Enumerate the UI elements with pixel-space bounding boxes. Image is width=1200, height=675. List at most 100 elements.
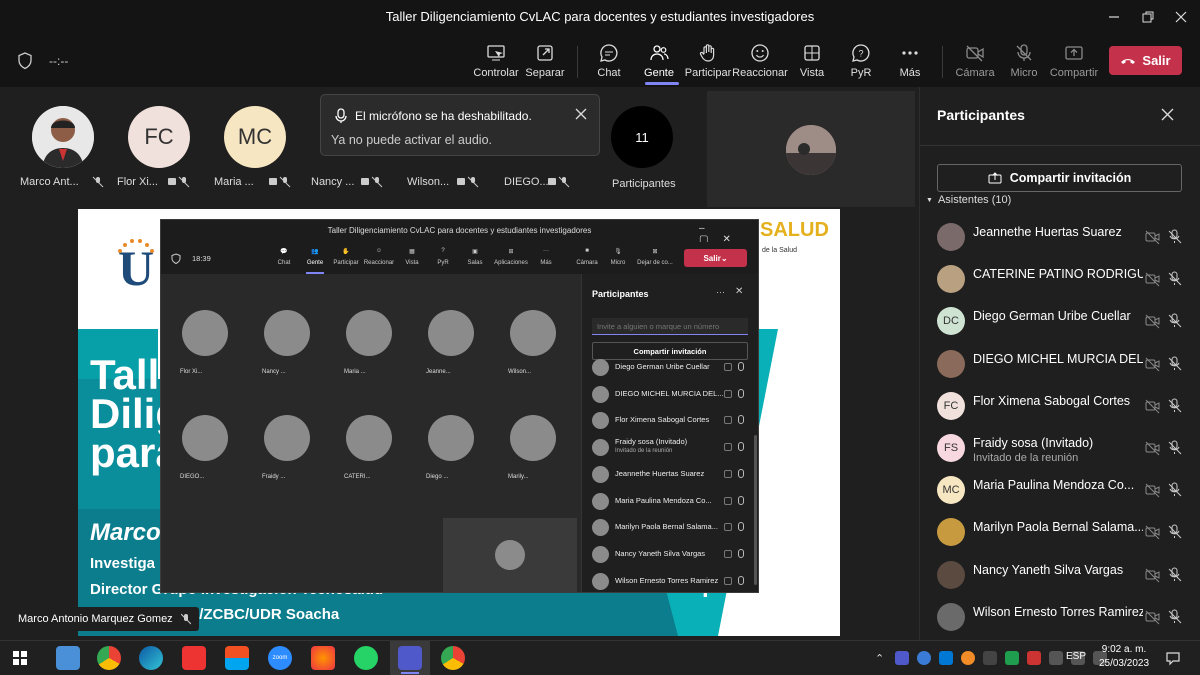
reaccionar-button[interactable]: Reaccionar	[730, 43, 790, 85]
participant-row[interactable]: Nancy Yaneth Silva Vargas	[937, 555, 1187, 597]
inner-self-tile[interactable]	[443, 518, 577, 592]
chrome-icon[interactable]	[97, 646, 121, 670]
tray-chevron-icon[interactable]: ⌃	[875, 652, 884, 665]
avatar-mc[interactable]: MC	[224, 106, 286, 168]
inner-tile-avatar[interactable]	[510, 415, 556, 461]
inner-reaccionar-button[interactable]: ☺ Reaccionar	[362, 248, 396, 266]
more-icon[interactable]: ···	[716, 287, 725, 297]
file-explorer-icon[interactable]	[56, 646, 80, 670]
participant-row[interactable]: Wilson Ernesto Torres Ramirez	[937, 597, 1187, 639]
inner-vista-button[interactable]: ▦ Vista	[395, 248, 429, 266]
inner-tile-avatar[interactable]	[182, 310, 228, 356]
inner-tile-avatar[interactable]	[428, 310, 474, 356]
inner-salas-button[interactable]: ▣ Salas	[458, 248, 492, 266]
inner-participant-row[interactable]: Fraidy sosa (Invitado) Invitado de la reu…	[592, 436, 752, 460]
participants-count-button[interactable]: 11	[611, 106, 673, 168]
notifications-icon[interactable]	[1165, 650, 1181, 666]
inner-gente-button[interactable]: 👥 Gente	[298, 248, 332, 266]
language-indicator[interactable]: ESP	[1066, 651, 1086, 662]
inner-participant-row[interactable]: Diego German Uribe Cuellar	[592, 356, 752, 380]
participant-row[interactable]: FS Fraidy sosa (Invitado) Invitado de la r…	[937, 428, 1187, 470]
inner-pyr-button[interactable]: ? PyR	[426, 248, 460, 266]
clock[interactable]: 9:02 a. m. 25/03/2023	[1096, 643, 1152, 671]
inner-tile-avatar[interactable]	[428, 415, 474, 461]
inner-leave-button[interactable]: Salir ⌄	[684, 249, 747, 267]
inner-participar-button[interactable]: ✋ Participar	[329, 248, 363, 266]
participar-button[interactable]: Participar	[678, 43, 738, 85]
avatar-marco[interactable]	[32, 106, 94, 168]
participants-count-label: Participantes	[612, 178, 676, 190]
participant-row[interactable]: FC Flor Ximena Sabogal Cortes	[937, 386, 1187, 428]
avast-icon[interactable]	[961, 651, 975, 665]
cloud-icon[interactable]	[939, 651, 953, 665]
mas-button[interactable]: Más	[880, 43, 940, 85]
participant-row[interactable]: CATERINE PATINO RODRIGU...	[937, 259, 1187, 301]
inner-tile-avatar[interactable]	[346, 415, 392, 461]
inner-camara-button[interactable]: ■ Cámara	[570, 248, 604, 266]
inner-participant-row[interactable]: Nancy Yaneth Silva Vargas	[592, 543, 752, 567]
inner-tile-avatar[interactable]	[346, 310, 392, 356]
app-tray-icon[interactable]	[1027, 651, 1041, 665]
inner-scrollbar[interactable]	[754, 435, 757, 585]
inner-toolbar-label: Participar	[333, 260, 359, 266]
share-invite-button[interactable]: Compartir invitación	[937, 164, 1182, 192]
close-icon[interactable]	[1161, 108, 1174, 121]
inner-participant-name: DIEGO MICHEL MURCIA DEL...	[615, 388, 724, 398]
inner-tile-name: Diego ...	[426, 474, 449, 480]
close-button[interactable]	[1171, 7, 1191, 27]
participant-row[interactable]: Marilyn Paola Bernal Salama...	[937, 512, 1187, 554]
close-icon[interactable]: ✕	[735, 286, 743, 297]
participant-row[interactable]: DIEGO MICHEL MURCIA DEL...	[937, 344, 1187, 386]
device-icon	[167, 176, 191, 188]
participant-row[interactable]: MC Maria Paulina Mendoza Co...	[937, 470, 1187, 512]
inner-participant-name: Maria Paulina Mendoza Co...	[615, 495, 712, 505]
inner-invite-search[interactable]	[592, 318, 748, 335]
inner-chat-button[interactable]: 💬 Chat	[267, 248, 301, 266]
app-icon[interactable]	[182, 646, 206, 670]
chrome-profile-icon[interactable]	[441, 646, 465, 670]
inner-tile-avatar[interactable]	[182, 415, 228, 461]
inner-participant-name: Diego German Uribe Cuellar	[615, 362, 710, 371]
teams-tray-icon[interactable]	[895, 651, 909, 665]
participant-row[interactable]: Jeannethe Huertas Suarez	[937, 217, 1187, 259]
inner-participant-row[interactable]: Jeannethe Huertas Suarez	[592, 463, 752, 487]
camera-off-icon	[724, 443, 732, 452]
inner-tile-avatar[interactable]	[264, 415, 310, 461]
mic-icon	[335, 108, 347, 124]
store-icon[interactable]	[225, 646, 249, 670]
inner-micro-button[interactable]: 🎙 Micro	[601, 248, 635, 266]
inner-tile-avatar[interactable]	[510, 310, 556, 356]
compartir-button[interactable]: Compartir	[1044, 43, 1104, 85]
inner-apps-button[interactable]: ⊞ Aplicaciones	[493, 248, 529, 266]
bluetooth-icon[interactable]	[917, 651, 931, 665]
mic-disabled-notification: El micrófono se ha deshabilitado. Ya no …	[320, 94, 600, 156]
teams-icon[interactable]	[398, 646, 422, 670]
windows-start-icon[interactable]	[13, 651, 27, 665]
minimize-button[interactable]	[1104, 7, 1124, 27]
participar-label: Participar	[684, 67, 732, 79]
usb-icon[interactable]	[983, 651, 997, 665]
separar-button[interactable]: Separar	[515, 43, 575, 85]
battery-icon[interactable]	[1049, 651, 1063, 665]
inner-tile-avatar[interactable]	[264, 310, 310, 356]
edge-icon[interactable]	[139, 646, 163, 670]
inner-stop-share-button[interactable]: ⊠ Dejar de co...	[635, 248, 675, 266]
firefox-icon[interactable]	[311, 646, 335, 670]
participant-row[interactable]: DC Diego German Uribe Cuellar	[937, 301, 1187, 343]
inner-mas-button[interactable]: ··· Más	[529, 248, 563, 266]
avatar-fc[interactable]: FC	[128, 106, 190, 168]
inner-participant-row[interactable]: Maria Paulina Mendoza Co...	[592, 490, 752, 514]
leave-button[interactable]: Salir	[1109, 46, 1182, 75]
close-icon[interactable]	[575, 108, 587, 120]
restore-button[interactable]	[1138, 7, 1158, 27]
whatsapp-icon[interactable]	[354, 646, 378, 670]
inner-participant-row[interactable]: Flor Ximena Sabogal Cortes	[592, 409, 752, 433]
attendees-section[interactable]: ▼ Asistentes (10)	[926, 194, 1011, 206]
inner-participant-row[interactable]: Wilson Ernesto Torres Ramirez	[592, 570, 752, 594]
shared-teams-window: Taller Diligenciamiento CvLAC para docen…	[160, 219, 759, 593]
inner-participant-row[interactable]: Marilyn Paola Bernal Salama...	[592, 516, 752, 540]
security-icon[interactable]	[1005, 651, 1019, 665]
inner-participant-row[interactable]: DIEGO MICHEL MURCIA DEL...	[592, 383, 752, 407]
self-video-tile[interactable]	[707, 91, 915, 207]
zoom-icon[interactable]: zoom	[268, 646, 292, 670]
